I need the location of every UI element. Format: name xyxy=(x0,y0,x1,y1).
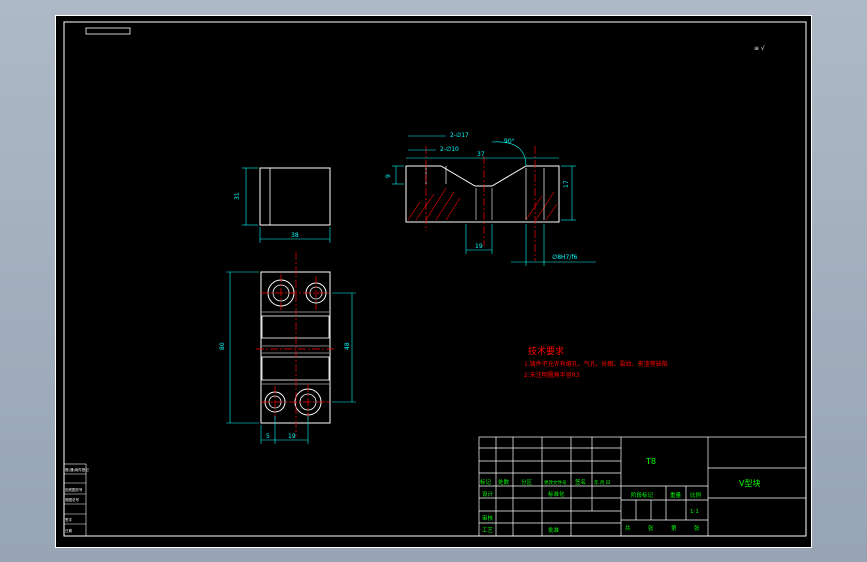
dim-top-width: 38 xyxy=(291,232,299,239)
dim-plan-offset: 5 xyxy=(266,433,270,440)
section-view: 2-∅17 2-∅10 37 90° 9 17 19 ∅8H7/f6 xyxy=(385,132,596,266)
inner-frame xyxy=(63,21,807,537)
dim-top-height: 31 xyxy=(234,192,241,200)
dim-right-depth: 17 xyxy=(563,180,570,188)
sheet-label: 第 xyxy=(671,524,677,532)
dim-section-bottom: 19 xyxy=(475,243,483,250)
dim-angle: 90° xyxy=(504,138,515,145)
tech-requirement-item: 2.未注明圆角半径R3 xyxy=(524,371,580,379)
dim-left-depth: 9 xyxy=(385,174,392,178)
header-label: 处数 xyxy=(498,478,510,486)
tech-requirement-item: 1.铸件不允许有缩孔、气孔、砂眼、裂纹、夹渣等缺陷 xyxy=(524,360,668,368)
strip-label: 借(通)用件登记 xyxy=(65,467,89,472)
dim-plan-spacing: 19 xyxy=(288,433,296,440)
cad-drawing: ≡ √ 31 38 80 48 5 19 2-∅17 2-∅10 37 90° … xyxy=(63,21,807,537)
strip-label: 签字 xyxy=(65,517,72,522)
header-label: 年.月.日 xyxy=(594,479,610,486)
top-view: 31 38 xyxy=(234,167,331,243)
header-label: 签名 xyxy=(575,478,586,486)
scale-label: 比例 xyxy=(690,491,702,499)
plan-view: 80 48 5 19 xyxy=(219,252,356,444)
scale-value: 1:1 xyxy=(690,509,699,515)
header-label: 分区 xyxy=(521,478,533,486)
dim-section-width: 37 xyxy=(477,151,485,158)
material-label: T8 xyxy=(645,457,656,466)
sheet-label: 张 xyxy=(648,524,654,532)
header-label: 更改文件号 xyxy=(544,479,567,486)
strip-label: 旧底图总号 xyxy=(65,487,83,492)
corner-tab xyxy=(85,27,131,35)
dim-fit: ∅8H7/f6 xyxy=(552,254,578,261)
row-label: 审核 xyxy=(482,514,494,522)
strip-label: 底图总号 xyxy=(65,497,79,502)
weight-label: 重量 xyxy=(670,491,682,499)
dim-plan-inner: 48 xyxy=(344,342,351,350)
tech-requirements-title: 技术要求 xyxy=(528,345,564,357)
standardization-label: 标准化 xyxy=(548,490,565,498)
dim-plan-height: 80 xyxy=(219,342,226,350)
header-label: 标记 xyxy=(480,478,492,486)
drawing-sheet: ≡ √ 31 38 80 48 5 19 2-∅17 2-∅10 37 90° … xyxy=(55,15,812,548)
row-label: 工艺 xyxy=(482,527,494,534)
roughness-note: ≡ √ xyxy=(754,45,765,52)
row-label: 设计 xyxy=(482,490,494,498)
dim-chamfer-bottom: 2-∅10 xyxy=(440,146,459,153)
stage-mark-label: 阶段标记 xyxy=(631,491,654,499)
dim-chamfer-top: 2-∅17 xyxy=(450,132,469,139)
part-name: V型块 xyxy=(739,478,760,488)
approve-label: 批准 xyxy=(548,526,560,534)
sheet-label: 张 xyxy=(694,524,700,532)
tech-requirements: 技术要求 1.铸件不允许有缩孔、气孔、砂眼、裂纹、夹渣等缺陷 2.未注明圆角半径… xyxy=(524,345,668,379)
strip-label: 日期 xyxy=(65,528,72,533)
sheet-label: 共 xyxy=(625,524,631,532)
